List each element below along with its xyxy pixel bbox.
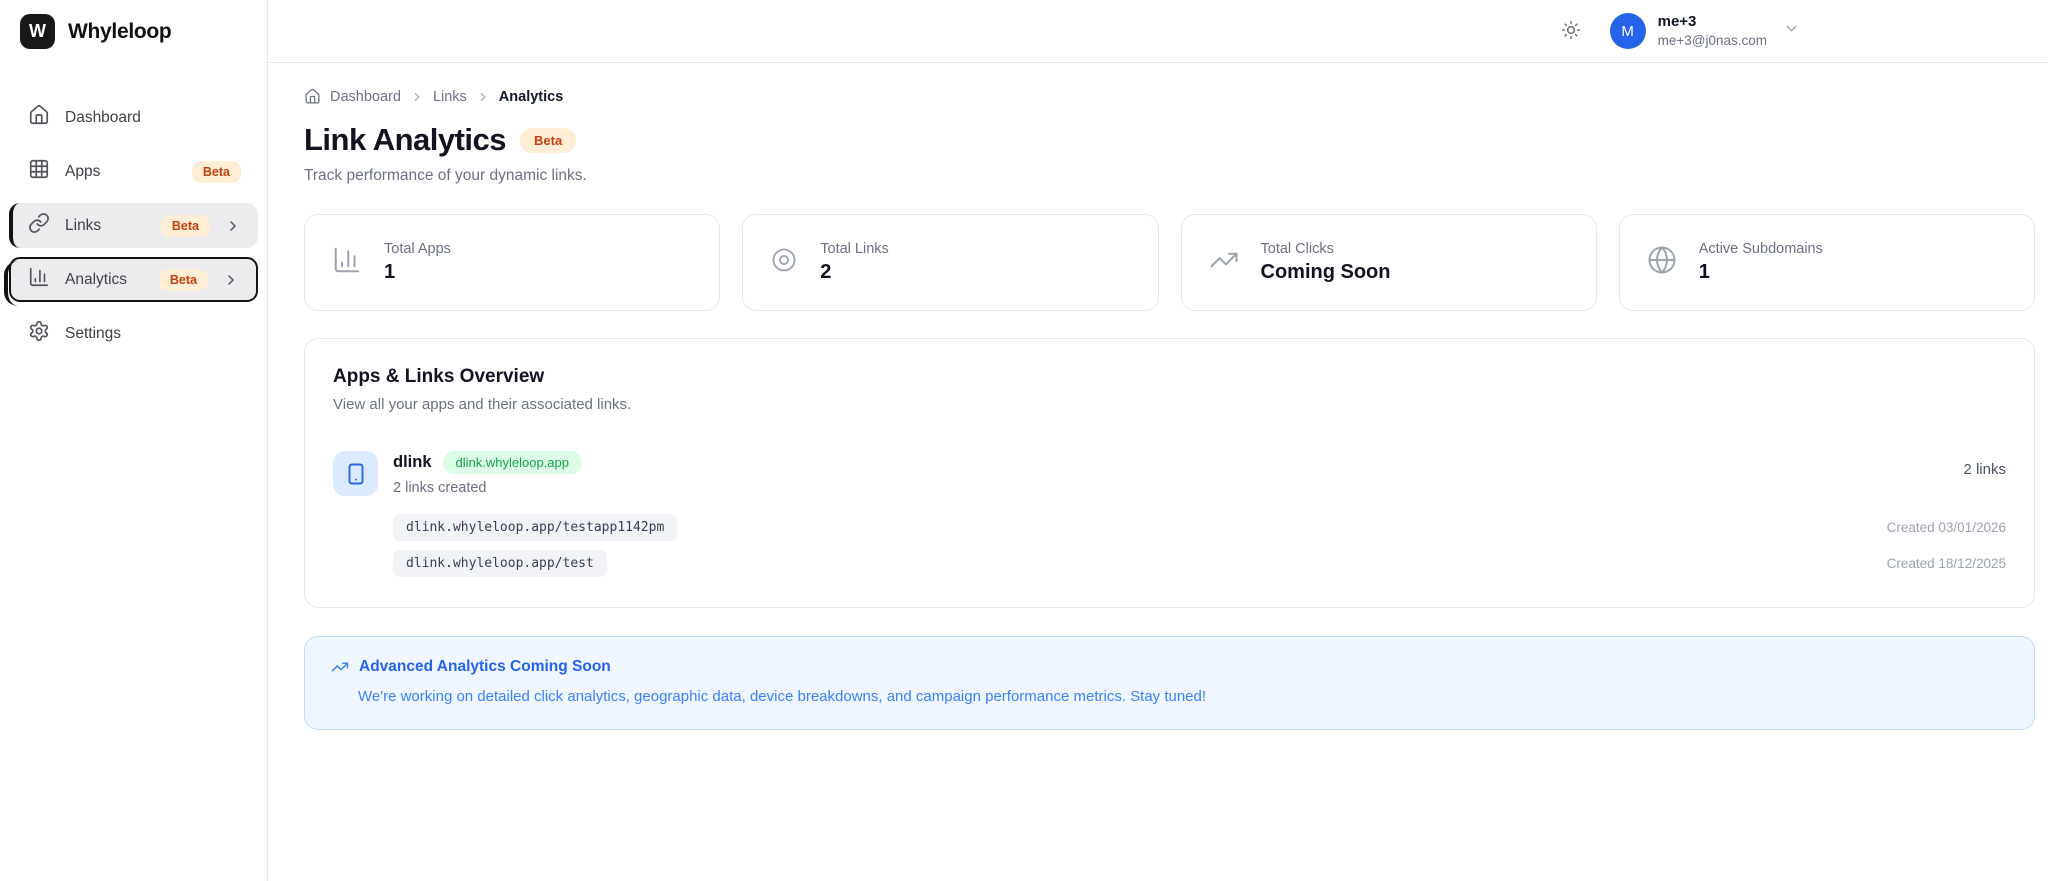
sidebar-item-links[interactable]: Links Beta xyxy=(9,203,258,248)
apps-links-overview-card: Apps & Links Overview View all your apps… xyxy=(304,338,2035,608)
sidebar-item-settings[interactable]: Settings xyxy=(9,311,258,356)
bar-chart-icon xyxy=(332,245,362,280)
top-header: M me+3 me+3@j0nas.com xyxy=(268,0,2048,63)
sidebar-item-analytics[interactable]: Analytics Beta xyxy=(4,257,258,306)
stat-label: Total Links xyxy=(820,241,889,257)
brand-logo: W xyxy=(20,14,55,49)
page-subtitle: Track performance of your dynamic links. xyxy=(304,167,587,184)
sidebar-nav: Dashboard Apps Beta Links Beta Analytics… xyxy=(0,63,267,356)
beta-badge: Beta xyxy=(160,214,210,237)
bar-chart-icon xyxy=(28,266,50,293)
beta-badge: Beta xyxy=(520,127,577,153)
main-column: M me+3 me+3@j0nas.com Dashboard Links An… xyxy=(268,0,2048,881)
advanced-analytics-banner: Advanced Analytics Coming Soon We're wor… xyxy=(304,636,2035,730)
sidebar-item-label: Apps xyxy=(65,162,101,180)
user-email: me+3@j0nas.com xyxy=(1657,32,1767,48)
app-domain-badge: dlink.whyleloop.app xyxy=(442,451,582,474)
breadcrumb: Dashboard Links Analytics xyxy=(304,88,2035,105)
link-created-date: Created 18/12/2025 xyxy=(1886,556,2006,571)
chevron-right-icon xyxy=(410,90,424,104)
globe-icon xyxy=(1647,245,1677,280)
sidebar-item-apps[interactable]: Apps Beta xyxy=(9,149,258,194)
breadcrumb-links[interactable]: Links xyxy=(433,89,467,105)
stat-card-total-apps: Total Apps 1 xyxy=(304,214,721,311)
app-links-count: 2 links xyxy=(1963,461,2006,478)
theme-toggle-button[interactable] xyxy=(1561,20,1581,43)
user-info[interactable]: me+3 me+3@j0nas.com xyxy=(1658,13,1767,49)
link-created-date: Created 03/01/2026 xyxy=(1886,520,2006,535)
breadcrumb-analytics: Analytics xyxy=(498,88,564,105)
stat-value: 1 xyxy=(384,261,396,283)
stat-value: 2 xyxy=(820,261,832,283)
overview-title: Apps & Links Overview xyxy=(333,366,545,387)
overview-subtitle: View all your apps and their associated … xyxy=(333,396,632,413)
gear-icon xyxy=(28,320,50,347)
title-row: Link Analytics Beta xyxy=(304,122,2035,158)
eye-icon xyxy=(770,246,798,279)
app-name: dlink xyxy=(393,453,432,471)
banner-body: We're working on detailed click analytic… xyxy=(358,688,1207,705)
grid-icon xyxy=(28,158,50,185)
stat-label: Total Clicks xyxy=(1260,241,1334,257)
stat-card-total-clicks: Total Clicks Coming Soon xyxy=(1180,214,1597,311)
stat-card-active-subdomains: Active Subdomains 1 xyxy=(1618,214,2035,311)
sun-icon xyxy=(1561,20,1581,43)
trending-up-icon xyxy=(331,658,349,676)
stat-label: Active Subdomains xyxy=(1698,241,1823,257)
stat-value: 1 xyxy=(1698,261,1710,283)
sidebar: W Whyleloop Dashboard Apps Beta Links Be… xyxy=(0,0,268,881)
sidebar-item-label: Settings xyxy=(65,324,122,342)
brand[interactable]: W Whyleloop xyxy=(0,0,267,63)
app-window: W Whyleloop Dashboard Apps Beta Links Be… xyxy=(0,0,2048,881)
sidebar-item-label: Links xyxy=(65,216,102,234)
smartphone-icon xyxy=(333,451,378,496)
avatar-letter: M xyxy=(1621,22,1634,40)
avatar[interactable]: M xyxy=(1609,13,1646,49)
stat-label: Total Apps xyxy=(384,241,451,257)
app-row: dlink dlink.whyleloop.app 2 links create… xyxy=(333,451,2006,496)
page-content: Dashboard Links Analytics Link Analytics… xyxy=(268,63,2048,730)
banner-title: Advanced Analytics Coming Soon xyxy=(359,658,611,675)
link-row: dlink.whyleloop.app/test Created 18/12/2… xyxy=(393,550,2006,577)
link-row: dlink.whyleloop.app/testapp1142pm Create… xyxy=(393,514,2006,541)
page-title: Link Analytics xyxy=(304,122,507,157)
link-url[interactable]: dlink.whyleloop.app/testapp1142pm xyxy=(393,514,678,541)
links-list: dlink.whyleloop.app/testapp1142pm Create… xyxy=(393,514,2006,577)
link-url[interactable]: dlink.whyleloop.app/test xyxy=(393,550,607,577)
chevron-right-icon xyxy=(476,90,490,104)
home-icon xyxy=(304,88,321,105)
brand-name: Whyleloop xyxy=(68,19,172,43)
sidebar-item-label: Dashboard xyxy=(65,108,141,126)
chevron-right-icon xyxy=(225,218,241,234)
sidebar-item-dashboard[interactable]: Dashboard xyxy=(9,95,258,140)
sidebar-item-label: Analytics xyxy=(65,270,128,288)
beta-badge: Beta xyxy=(158,268,208,291)
chevron-down-icon[interactable] xyxy=(1783,20,1800,42)
beta-badge: Beta xyxy=(191,160,241,183)
chevron-right-icon xyxy=(223,272,239,288)
trending-up-icon xyxy=(1209,245,1239,280)
brand-logo-letter: W xyxy=(29,21,46,41)
breadcrumb-dashboard[interactable]: Dashboard xyxy=(330,89,401,105)
user-name: me+3 xyxy=(1657,12,1697,30)
home-icon xyxy=(28,104,50,131)
link-icon xyxy=(28,212,50,239)
app-links-created: 2 links created xyxy=(393,480,487,496)
stat-value: Coming Soon xyxy=(1260,261,1391,283)
stats-row: Total Apps 1 Total Links 2 Total Clicks xyxy=(304,214,2035,311)
stat-card-total-links: Total Links 2 xyxy=(742,214,1159,311)
